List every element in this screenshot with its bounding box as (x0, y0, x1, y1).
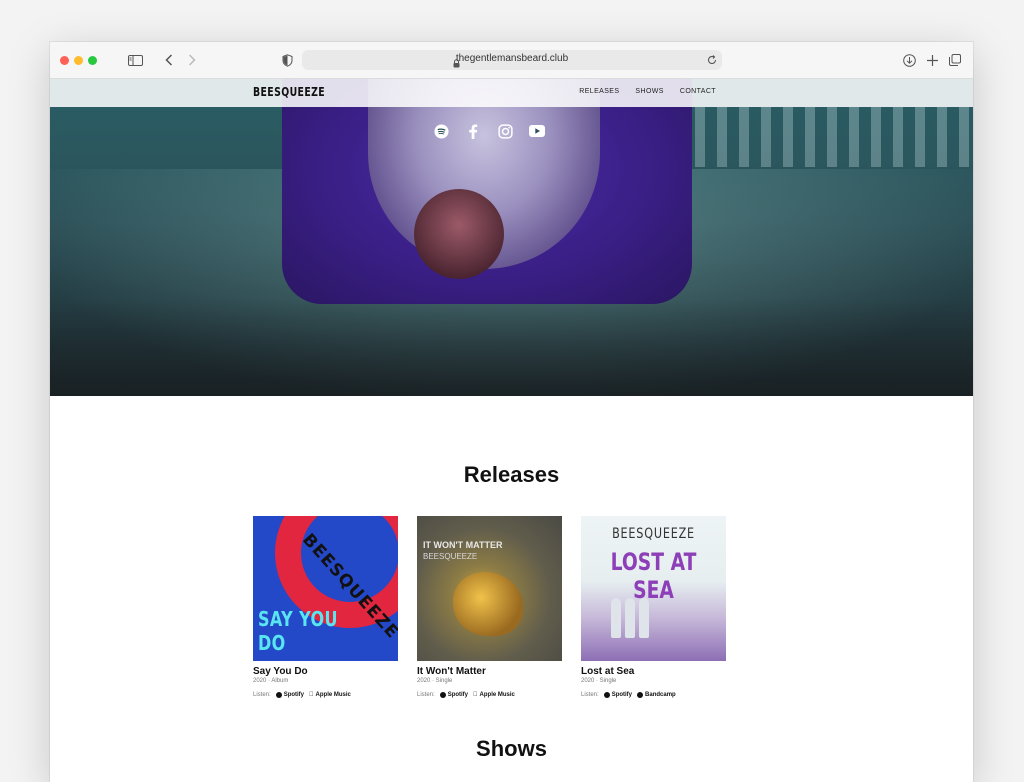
album-cover[interactable]: IT WON'T MATTER BEESQUEEZE (417, 516, 562, 661)
listen-label: Listen: (581, 692, 599, 698)
forward-arrow-icon[interactable] (183, 51, 201, 69)
browser-window: thegentlemansbeard.club BEESQUEEZE RELEA… (50, 42, 973, 782)
spotify-link[interactable]: Spotify (439, 692, 468, 698)
nav-shows[interactable]: SHOWS (635, 88, 663, 95)
zoom-window-button[interactable] (88, 56, 97, 65)
url-text: thegentlemansbeard.club (455, 53, 569, 64)
facebook-icon[interactable] (465, 123, 481, 139)
instagram-icon[interactable] (497, 123, 513, 139)
nav-releases[interactable]: RELEASES (579, 88, 619, 95)
release-title[interactable]: It Won't Matter (417, 666, 562, 677)
release-meta: 2020 · Single (417, 678, 453, 684)
album-cover[interactable]: BEESQUEEZE SAY YOU DO (253, 516, 398, 661)
minimize-window-button[interactable] (74, 56, 83, 65)
album-cover[interactable]: BEESQUEEZE LOST AT SEA (581, 516, 726, 661)
apple-music-link[interactable]: Apple Music (473, 692, 515, 698)
spotify-icon[interactable] (433, 123, 449, 139)
apple-music-link[interactable]: Apple Music (309, 692, 351, 698)
social-links (433, 123, 545, 139)
spotify-icon (439, 692, 446, 698)
apple-icon:  (473, 692, 478, 698)
apple-icon:  (309, 692, 314, 698)
nav-contact[interactable]: CONTACT (680, 88, 716, 95)
privacy-shield-icon[interactable] (278, 51, 296, 69)
release-meta: 2020 · Album (253, 678, 289, 684)
spotify-icon (603, 692, 610, 698)
nav-links: RELEASES SHOWS CONTACT (579, 88, 716, 95)
release-card[interactable]: BEESQUEEZE SAY YOU DO Say You Do 2020 · … (253, 516, 398, 698)
shows-heading: Shows (476, 736, 547, 761)
back-arrow-icon[interactable] (160, 51, 178, 69)
release-title[interactable]: Say You Do (253, 666, 398, 677)
browser-toolbar: thegentlemansbeard.club (50, 42, 973, 79)
site-logo[interactable]: BEESQUEEZE (253, 85, 325, 99)
spotify-link[interactable]: Spotify (603, 692, 632, 698)
listen-links: Listen: Spotify Apple Music (417, 692, 562, 698)
download-icon[interactable] (900, 51, 918, 69)
release-meta: 2020 · Single (581, 678, 617, 684)
listen-links: Listen: Spotify Apple Music (253, 692, 398, 698)
new-tab-plus-icon[interactable] (923, 51, 941, 69)
releases-heading: Releases (463, 462, 560, 487)
address-bar[interactable]: thegentlemansbeard.club (302, 50, 722, 70)
listen-label: Listen: (417, 692, 435, 698)
bandcamp-link[interactable]: Bandcamp (637, 692, 676, 698)
hero-banner: BEESQUEEZE RELEASES SHOWS CONTACT (50, 79, 973, 396)
releases-list: BEESQUEEZE SAY YOU DO Say You Do 2020 · … (253, 516, 726, 698)
spotify-icon (275, 692, 282, 698)
reload-icon[interactable] (706, 53, 718, 71)
release-card[interactable]: BEESQUEEZE LOST AT SEA Lost at Sea 2020 … (581, 516, 726, 698)
web-page: BEESQUEEZE RELEASES SHOWS CONTACT Releas… (50, 79, 973, 782)
youtube-icon[interactable] (529, 123, 545, 139)
site-nav: BEESQUEEZE RELEASES SHOWS CONTACT (50, 79, 973, 107)
spotify-link[interactable]: Spotify (275, 692, 304, 698)
sidebar-toggle-icon[interactable] (126, 51, 144, 69)
listen-links: Listen: Spotify Bandcamp (581, 692, 726, 698)
close-window-button[interactable] (60, 56, 69, 65)
release-card[interactable]: IT WON'T MATTER BEESQUEEZE It Won't Matt… (417, 516, 562, 698)
bandcamp-icon (637, 692, 644, 698)
listen-label: Listen: (253, 692, 271, 698)
tab-overview-icon[interactable] (946, 51, 964, 69)
release-title[interactable]: Lost at Sea (581, 666, 726, 677)
